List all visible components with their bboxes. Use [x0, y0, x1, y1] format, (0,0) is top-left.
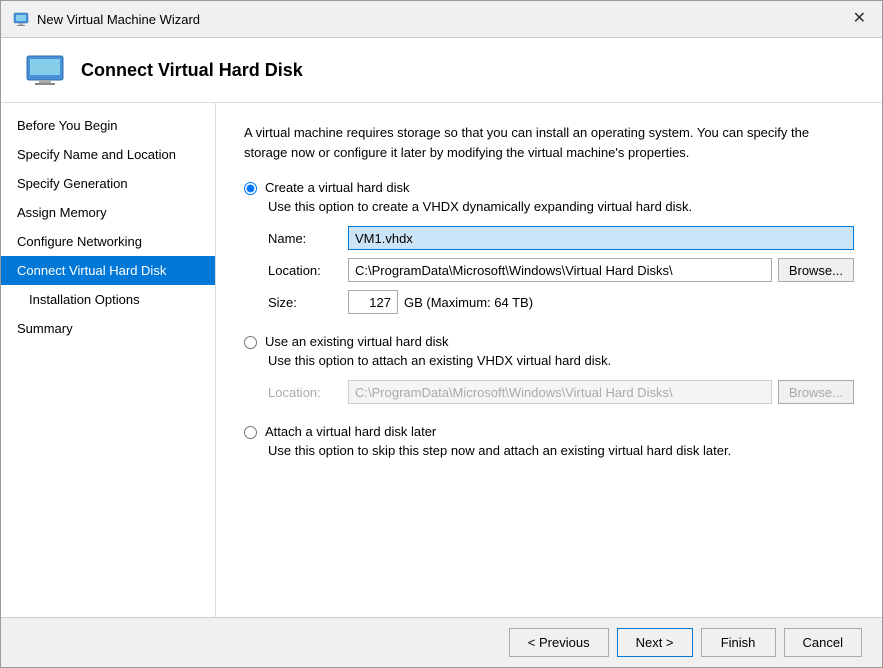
header-icon — [25, 54, 65, 86]
option2-fields: Location: Browse... — [268, 380, 854, 404]
size-input[interactable] — [348, 290, 398, 314]
previous-button[interactable]: < Previous — [509, 628, 609, 657]
option2-radio-row: Use an existing virtual hard disk — [244, 334, 854, 349]
browse-button-1[interactable]: Browse... — [778, 258, 854, 282]
size-label: Size: — [268, 295, 348, 310]
window-title: New Virtual Machine Wizard — [37, 12, 200, 27]
page-title: Connect Virtual Hard Disk — [81, 60, 303, 81]
title-bar: New Virtual Machine Wizard ✕ — [1, 1, 882, 38]
option1-group: Create a virtual hard disk Use this opti… — [244, 180, 854, 314]
option2-label[interactable]: Use an existing virtual hard disk — [265, 334, 449, 349]
close-button[interactable]: ✕ — [849, 9, 870, 29]
footer: < Previous Next > Finish Cancel — [1, 617, 882, 667]
option3-label[interactable]: Attach a virtual hard disk later — [265, 424, 436, 439]
wizard-window: New Virtual Machine Wizard ✕ Connect Vir… — [0, 0, 883, 668]
option3-radio[interactable] — [244, 426, 257, 439]
option1-desc: Use this option to create a VHDX dynamic… — [268, 199, 854, 214]
location2-label: Location: — [268, 385, 348, 400]
page-header: Connect Virtual Hard Disk — [1, 38, 882, 103]
cancel-button[interactable]: Cancel — [784, 628, 862, 657]
name-field-row: Name: — [268, 226, 854, 250]
option1-radio-row: Create a virtual hard disk — [244, 180, 854, 195]
name-input[interactable] — [348, 226, 854, 250]
window-icon — [13, 11, 29, 27]
sidebar-item-configure-networking[interactable]: Configure Networking — [1, 227, 215, 256]
sidebar-item-before-you-begin[interactable]: Before You Begin — [1, 111, 215, 140]
sidebar-item-assign-memory[interactable]: Assign Memory — [1, 198, 215, 227]
option1-label[interactable]: Create a virtual hard disk — [265, 180, 410, 195]
sidebar-item-summary[interactable]: Summary — [1, 314, 215, 343]
main-content: A virtual machine requires storage so th… — [216, 103, 882, 617]
option2-group: Use an existing virtual hard disk Use th… — [244, 334, 854, 404]
location-field-row: Location: Browse... — [268, 258, 854, 282]
option2-desc: Use this option to attach an existing VH… — [268, 353, 854, 368]
option3-radio-row: Attach a virtual hard disk later — [244, 424, 854, 439]
sidebar: Before You Begin Specify Name and Locati… — [1, 103, 216, 617]
sidebar-item-connect-virtual-hard-disk[interactable]: Connect Virtual Hard Disk — [1, 256, 215, 285]
sidebar-item-specify-name-location[interactable]: Specify Name and Location — [1, 140, 215, 169]
sidebar-item-specify-generation[interactable]: Specify Generation — [1, 169, 215, 198]
finish-button[interactable]: Finish — [701, 628, 776, 657]
location-input[interactable] — [348, 258, 772, 282]
option1-fields: Name: Location: Browse... Size: GB (Maxi… — [268, 226, 854, 314]
option2-radio[interactable] — [244, 336, 257, 349]
title-bar-left: New Virtual Machine Wizard — [13, 11, 200, 27]
content-area: Before You Begin Specify Name and Locati… — [1, 103, 882, 617]
option3-group: Attach a virtual hard disk later Use thi… — [244, 424, 854, 458]
option1-radio[interactable] — [244, 182, 257, 195]
option3-desc: Use this option to skip this step now an… — [268, 443, 854, 458]
sidebar-item-installation-options[interactable]: Installation Options — [1, 285, 215, 314]
location2-input — [348, 380, 772, 404]
location2-field-row: Location: Browse... — [268, 380, 854, 404]
description-text: A virtual machine requires storage so th… — [244, 123, 854, 162]
next-button[interactable]: Next > — [617, 628, 693, 657]
name-label: Name: — [268, 231, 348, 246]
size-suffix: GB (Maximum: 64 TB) — [404, 295, 533, 310]
size-field-row: Size: GB (Maximum: 64 TB) — [268, 290, 854, 314]
browse-button-2: Browse... — [778, 380, 854, 404]
location-label: Location: — [268, 263, 348, 278]
